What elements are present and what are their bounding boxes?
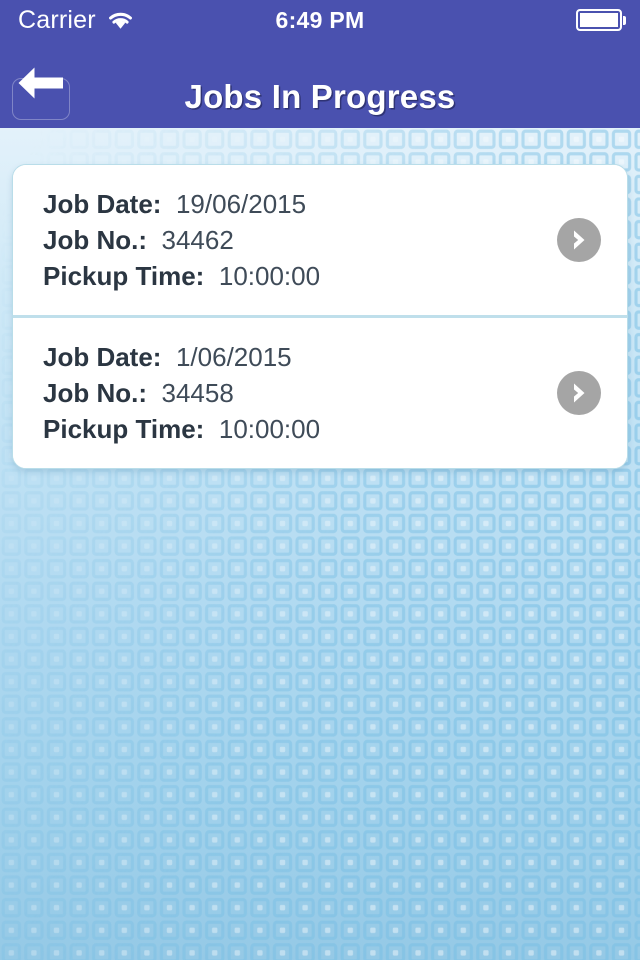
app-screen: Carrier 6:49 PM Jobs In Progress Job Dat… — [0, 0, 640, 960]
job-date-label: Job Date: — [43, 189, 162, 219]
job-no-label: Job No.: — [43, 378, 147, 408]
battery-body — [576, 9, 622, 31]
job-no-label: Job No.: — [43, 225, 147, 255]
job-date-value: 19/06/2015 — [175, 189, 307, 219]
job-fields: Job Date: 19/06/2015 Job No.: 34462 Pick… — [43, 186, 557, 294]
job-no-value: 34458 — [161, 378, 234, 408]
job-date-value: 1/06/2015 — [175, 342, 292, 372]
pickup-time-line: Pickup Time: 10:00:00 — [43, 411, 557, 447]
pickup-time-label: Pickup Time: — [43, 261, 205, 291]
battery-icon — [576, 9, 626, 31]
job-list-item[interactable]: Job Date: 19/06/2015 Job No.: 34462 Pick… — [13, 165, 627, 315]
chevron-right-icon — [574, 230, 585, 250]
job-disclosure-button[interactable] — [557, 371, 601, 415]
job-no-line: Job No.: 34458 — [43, 375, 557, 411]
page-title: Jobs In Progress — [184, 78, 456, 115]
pickup-time-value: 10:00:00 — [218, 414, 321, 444]
pickup-time-line: Pickup Time: 10:00:00 — [43, 258, 557, 294]
job-fields: Job Date: 1/06/2015 Job No.: 34458 Picku… — [43, 339, 557, 447]
job-no-line: Job No.: 34462 — [43, 222, 557, 258]
navigation-bar: Jobs In Progress — [0, 40, 640, 128]
pickup-time-value: 10:00:00 — [218, 261, 321, 291]
jobs-list: Job Date: 19/06/2015 Job No.: 34462 Pick… — [12, 164, 628, 469]
battery-cap — [623, 15, 626, 25]
job-disclosure-button[interactable] — [557, 218, 601, 262]
job-list-item[interactable]: Job Date: 1/06/2015 Job No.: 34458 Picku… — [13, 315, 627, 468]
job-date-label: Job Date: — [43, 342, 162, 372]
job-date-line: Job Date: 1/06/2015 — [43, 339, 557, 375]
job-no-value: 34462 — [161, 225, 234, 255]
status-bar-clock: 6:49 PM — [275, 6, 365, 33]
status-bar: Carrier 6:49 PM — [0, 0, 640, 40]
chevron-right-icon — [574, 383, 585, 403]
pickup-time-label: Pickup Time: — [43, 414, 205, 444]
job-date-line: Job Date: 19/06/2015 — [43, 186, 557, 222]
